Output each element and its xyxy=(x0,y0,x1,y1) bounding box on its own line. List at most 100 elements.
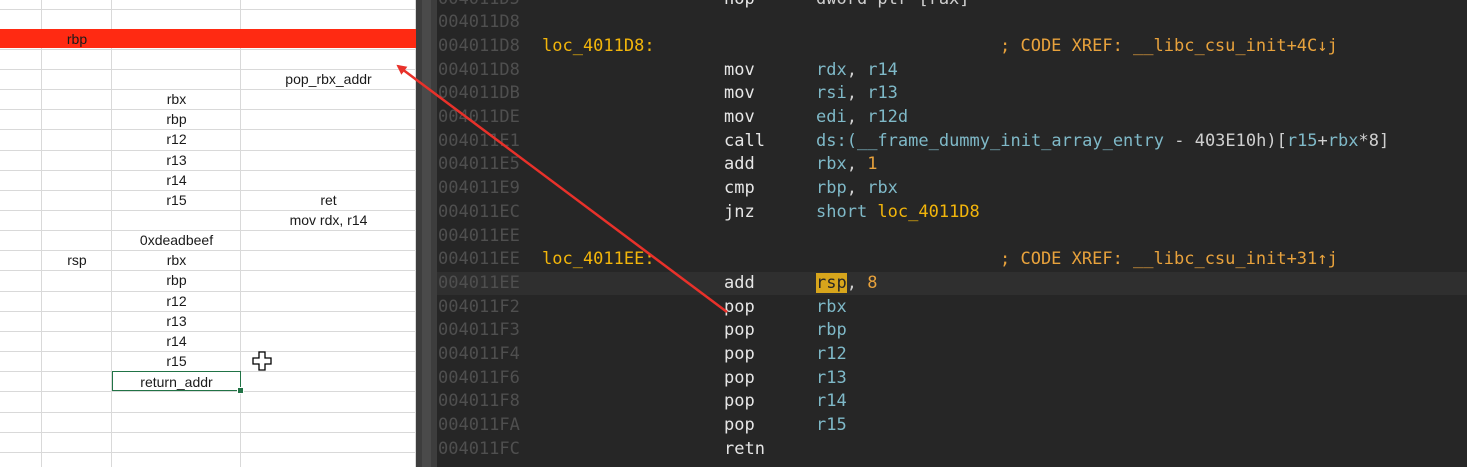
splitter-handle[interactable] xyxy=(422,0,431,467)
mnemonic[interactable]: add xyxy=(724,153,755,176)
mnemonic[interactable]: mov xyxy=(724,82,755,105)
mnemonic[interactable]: pop xyxy=(724,319,755,342)
sheet-cell[interactable]: r13 xyxy=(112,311,241,331)
code-line[interactable]: 004011D8 loc_4011D8: ; CODE XREF: __libc_c… xyxy=(437,35,1467,58)
operand-token[interactable]: r15 xyxy=(1287,131,1318,151)
operands[interactable]: edi, r12d xyxy=(816,106,908,129)
mnemonic[interactable]: pop xyxy=(724,367,755,390)
mnemonic[interactable]: mov xyxy=(724,106,755,129)
code-line[interactable]: 004011EC jnz short loc_4011D8 xyxy=(437,201,1467,224)
operand-token[interactable]: 8 xyxy=(867,273,877,293)
code-line[interactable]: 004011F4 pop r12 xyxy=(437,343,1467,366)
sheet-cell[interactable]: ret xyxy=(241,190,416,210)
operand-token[interactable]: , xyxy=(847,83,867,103)
operands[interactable]: dword ptr [rax] xyxy=(816,0,970,11)
operands[interactable]: rsi, r13 xyxy=(816,82,898,105)
sheet-cell[interactable]: pop_rbx_addr xyxy=(241,69,416,89)
mnemonic[interactable]: mov xyxy=(724,59,755,82)
code-line[interactable]: 004011D8 xyxy=(437,11,1467,34)
operand-token[interactable]: - 403E10h)[ xyxy=(1164,131,1287,151)
sheet-cell[interactable]: mov rdx, r14 xyxy=(241,210,416,230)
mnemonic[interactable]: pop xyxy=(724,343,755,366)
operand-token[interactable]: r13 xyxy=(816,368,847,388)
mnemonic[interactable]: pop xyxy=(724,390,755,413)
sheet-cell[interactable]: r13 xyxy=(112,150,241,170)
code-line[interactable]: 004011FA pop r15 xyxy=(437,414,1467,437)
operand-token[interactable]: r12d xyxy=(867,107,908,127)
code-label[interactable]: loc_4011EE: xyxy=(542,248,655,271)
operand-token[interactable]: r15 xyxy=(816,415,847,435)
code-line[interactable]: 004011EE add rsp, 8 xyxy=(437,272,1467,295)
operands[interactable]: r12 xyxy=(816,343,847,366)
operand-token[interactable]: rbx xyxy=(867,178,898,198)
sheet-cell[interactable]: rbx xyxy=(112,89,241,109)
code-line[interactable]: 004011F2 pop rbx xyxy=(437,296,1467,319)
mnemonic[interactable]: cmp xyxy=(724,177,755,200)
operands[interactable]: r15 xyxy=(816,414,847,437)
sheet-cell[interactable]: rbp xyxy=(112,109,241,129)
mnemonic[interactable]: pop xyxy=(724,414,755,437)
sheet-cell[interactable]: r15 xyxy=(112,190,241,210)
xref-comment[interactable]: ; CODE XREF: __libc_csu_init+31↑j xyxy=(1000,248,1338,271)
operand-token[interactable]: r14 xyxy=(816,391,847,411)
operands[interactable]: rdx, r14 xyxy=(816,59,898,82)
operands[interactable]: rbx, 1 xyxy=(816,153,877,176)
sheet-cell[interactable]: r15 xyxy=(112,351,241,371)
code-line[interactable]: 004011FC retn xyxy=(437,438,1467,461)
operand-token[interactable]: rbx xyxy=(1328,131,1359,151)
operands[interactable]: r14 xyxy=(816,390,847,413)
sheet-cell[interactable]: rbx xyxy=(112,250,241,270)
sheet-cell[interactable]: r12 xyxy=(112,129,241,149)
operand-token[interactable]: dword ptr [rax] xyxy=(816,0,970,9)
mnemonic[interactable]: add xyxy=(724,272,755,295)
operand-token[interactable]: ds:( xyxy=(816,131,857,151)
sheet-cell[interactable]: r14 xyxy=(112,331,241,351)
code-line[interactable]: 004011D8 mov rdx, r14 xyxy=(437,59,1467,82)
operand-token[interactable]: edi xyxy=(816,107,847,127)
operand-token[interactable]: *8] xyxy=(1359,131,1390,151)
operands[interactable]: rbp xyxy=(816,319,847,342)
code-line[interactable]: 004011F6 pop r13 xyxy=(437,367,1467,390)
pane-splitter[interactable] xyxy=(416,0,437,467)
mnemonic[interactable]: pop xyxy=(724,296,755,319)
operand-token[interactable]: , xyxy=(847,107,867,127)
operand-token[interactable]: r14 xyxy=(867,60,898,80)
operand-token[interactable]: , xyxy=(847,178,867,198)
sheet-cell[interactable]: r12 xyxy=(112,291,241,311)
code-line[interactable]: 004011DE mov edi, r12d xyxy=(437,106,1467,129)
operand-token[interactable]: rbp xyxy=(816,178,847,198)
xref-comment[interactable]: ; CODE XREF: __libc_csu_init+4C↓j xyxy=(1000,35,1338,58)
code-line[interactable]: 004011F3 pop rbp xyxy=(437,319,1467,342)
operand-token[interactable]: + xyxy=(1318,131,1328,151)
highlighted-register[interactable]: rsp xyxy=(816,273,847,293)
sheet-cell[interactable]: r14 xyxy=(112,170,241,190)
spreadsheet-pane[interactable]: rbp pop_rbx_addr rbx rbp r12 r13 r14 r15 ret mov… xyxy=(0,0,416,467)
operand-token[interactable]: rbx xyxy=(816,297,847,317)
operand-token[interactable]: rsi xyxy=(816,83,847,103)
code-line[interactable]: 004011DB mov rsi, r13 xyxy=(437,82,1467,105)
operand-token[interactable]: r12 xyxy=(816,344,847,364)
sheet-cell[interactable]: rbp xyxy=(112,270,241,290)
operand-token[interactable]: , xyxy=(847,273,867,293)
code-line[interactable]: 004011EE xyxy=(437,225,1467,248)
code-line[interactable]: 004011F8 pop r14 xyxy=(437,390,1467,413)
operand-token[interactable]: rdx xyxy=(816,60,847,80)
operands[interactable]: ds:(__frame_dummy_init_array_entry - 403… xyxy=(816,130,1389,153)
operands[interactable]: rbx xyxy=(816,296,847,319)
code-line[interactable]: 004011E5 add rbx, 1 xyxy=(437,153,1467,176)
mnemonic[interactable]: retn xyxy=(724,438,765,461)
disassembly-view[interactable]: 004011D5nopdword ptr [rax]004011D8004011… xyxy=(437,0,1467,467)
sheet-cell[interactable]: rsp xyxy=(42,250,112,270)
operand-token[interactable]: r13 xyxy=(867,83,898,103)
operand-token[interactable]: , xyxy=(847,154,867,174)
operand-token[interactable]: rbp xyxy=(816,320,847,340)
operands[interactable]: rbp, rbx xyxy=(816,177,898,200)
code-line[interactable]: 004011D5 nop dword ptr [rax] xyxy=(437,0,1467,11)
mnemonic[interactable]: jnz xyxy=(724,201,755,224)
operand-token[interactable]: __frame_dummy_init_array_entry xyxy=(857,131,1164,151)
operand-token[interactable]: rbx xyxy=(816,154,847,174)
code-line[interactable]: 004011EE loc_4011EE: ; CODE XREF: __libc_c… xyxy=(437,248,1467,271)
highlighted-row[interactable]: rbp xyxy=(0,29,416,48)
code-line[interactable]: 004011E1 call ds:(__frame_dummy_init_array… xyxy=(437,130,1467,153)
operands[interactable]: short loc_4011D8 xyxy=(816,201,980,224)
